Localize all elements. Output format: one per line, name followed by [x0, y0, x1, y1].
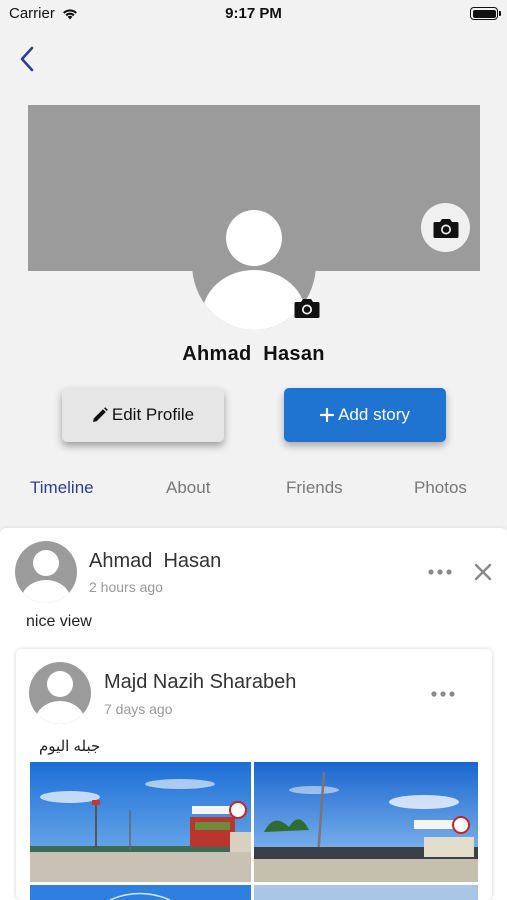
- post-card: Ahmad Hasan 2 hours ago nice view Majd N…: [0, 528, 507, 900]
- shared-author-name[interactable]: Majd Nazih Sharabeh: [104, 671, 296, 694]
- add-story-label: Add story: [338, 405, 410, 424]
- more-icon: [431, 691, 455, 697]
- post-author-name[interactable]: Ahmad Hasan: [89, 550, 221, 573]
- status-time: 9:17 PM: [225, 5, 282, 22]
- default-avatar-icon: [35, 671, 85, 724]
- shared-more-button[interactable]: [430, 686, 456, 702]
- back-button[interactable]: [14, 44, 40, 74]
- post-more-button[interactable]: [427, 564, 453, 580]
- shared-timestamp: 7 days ago: [104, 701, 173, 717]
- tab-photos[interactable]: Photos: [414, 478, 467, 498]
- camera-icon: [294, 299, 320, 318]
- profile-tabs: Timeline About Friends Photos: [0, 478, 507, 502]
- default-avatar-icon: [21, 550, 71, 603]
- shared-post-card[interactable]: Majd Nazih Sharabeh 7 days ago جبله اليو…: [16, 649, 492, 900]
- post-text: nice view: [26, 613, 92, 630]
- camera-icon: [433, 218, 458, 238]
- pencil-icon: [92, 407, 108, 422]
- tab-about[interactable]: About: [166, 478, 210, 498]
- avatar-camera-button[interactable]: [292, 294, 322, 322]
- edit-profile-label: Edit Profile: [111, 405, 195, 424]
- shared-post-text: جبله اليوم: [39, 738, 101, 755]
- battery-icon: [470, 7, 501, 20]
- post-timestamp: 2 hours ago: [89, 579, 163, 595]
- post-photo-3[interactable]: [30, 885, 251, 900]
- profile-name: Ahmad Hasan: [182, 343, 325, 365]
- more-icon: [428, 569, 452, 575]
- edit-profile-button[interactable]: Edit Profile: [62, 388, 224, 442]
- close-icon: [474, 563, 492, 581]
- tab-friends[interactable]: Friends: [286, 478, 343, 498]
- post-photo-4[interactable]: [254, 885, 478, 900]
- add-story-button[interactable]: Add story: [284, 388, 446, 442]
- post-close-button[interactable]: [471, 560, 495, 584]
- status-bar: Carrier 9:17 PM: [0, 0, 507, 28]
- post-photo-1[interactable]: [30, 762, 251, 882]
- shared-author-avatar[interactable]: [29, 662, 91, 724]
- post-author-avatar[interactable]: [15, 541, 77, 603]
- tab-timeline[interactable]: Timeline: [30, 478, 94, 498]
- back-chevron-icon: [20, 46, 34, 72]
- cover-camera-button[interactable]: [421, 203, 470, 252]
- plus-icon: [320, 408, 335, 422]
- post-photo-2[interactable]: [254, 762, 478, 882]
